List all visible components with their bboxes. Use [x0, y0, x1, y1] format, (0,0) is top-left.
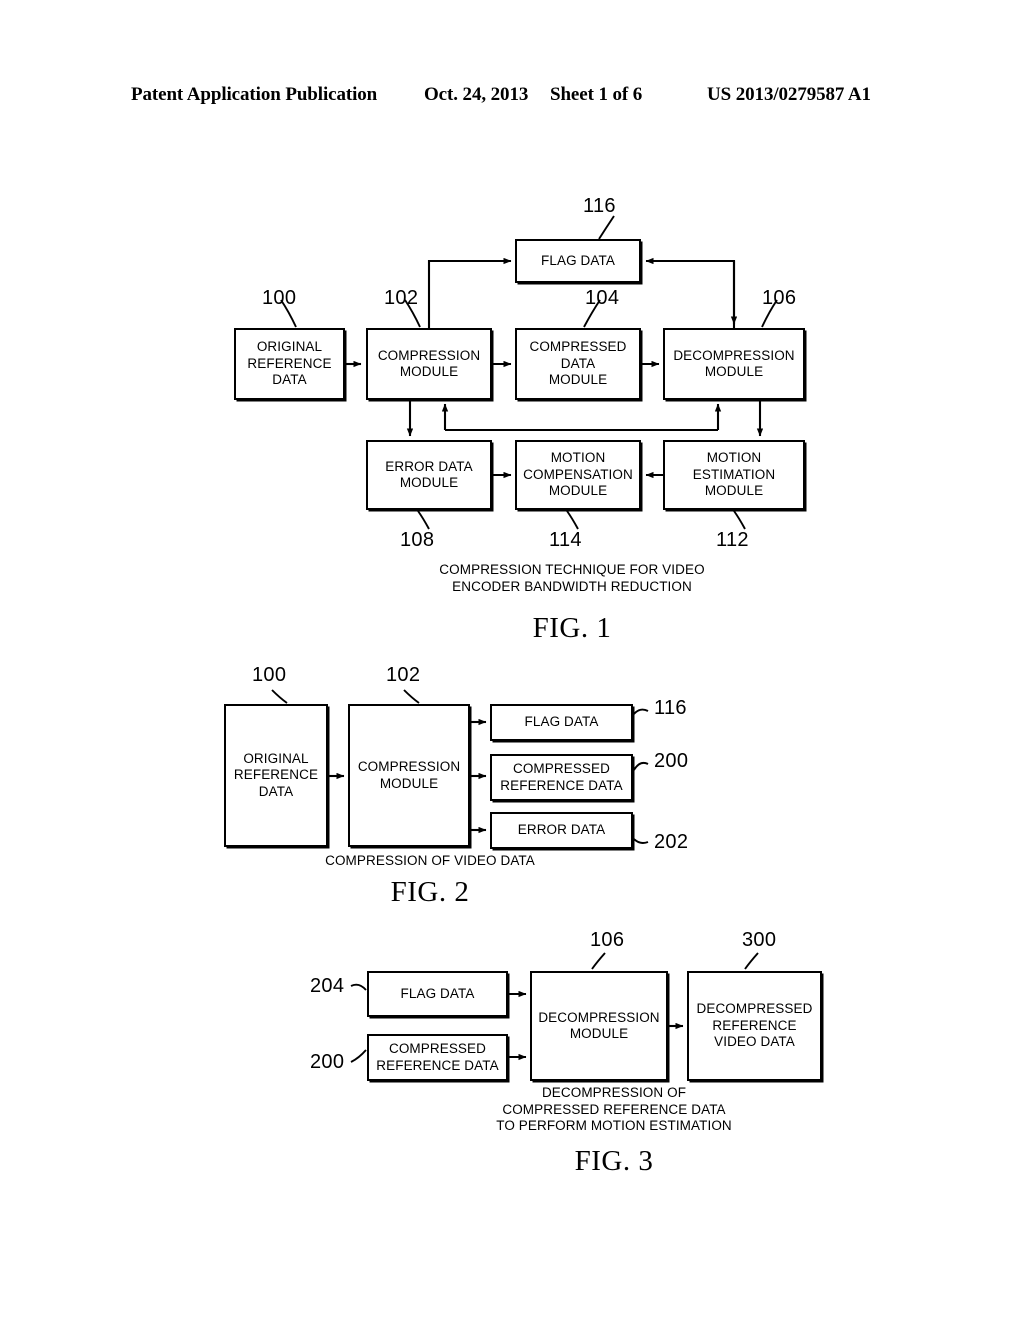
leader-f2-100 [271, 689, 288, 704]
fig3-refnum-200: 200 [310, 1051, 345, 1073]
fig1-refnum-104: 104 [585, 287, 620, 309]
leader-f2-116 [633, 708, 649, 715]
fig1-block-compression-module: COMPRESSION MODULE [366, 328, 492, 400]
fig1-refnum-112: 112 [716, 529, 749, 551]
fig1-block-error-data-module: ERROR DATA MODULE [366, 440, 492, 510]
fig1-refnum-114: 114 [549, 529, 582, 551]
fig2-block-flag-data: FLAG DATA [490, 704, 633, 741]
fig2-caption: COMPRESSION OF VIDEO DATA [325, 853, 535, 868]
fig1-refnum-116: 116 [583, 195, 616, 217]
fig1-refnum-108: 108 [400, 529, 435, 551]
fig3-block-flag-data: FLAG DATA [367, 971, 508, 1017]
publication-title: Patent Application Publication [131, 84, 378, 105]
sheet-number: Sheet 1 of 6 [550, 84, 643, 105]
leader-116 [598, 215, 615, 240]
fig1-caption: COMPRESSION TECHNIQUE FOR VIDEO ENCODER … [439, 562, 705, 594]
fig1-block-flag-data: FLAG DATA [515, 239, 641, 283]
fig3-label: FIG. 3 [574, 1145, 654, 1177]
fig3-refnum-300: 300 [742, 929, 777, 951]
leader-f3-204 [350, 983, 367, 991]
fig1-block-motion-compensation-module: MOTION COMPENSATION MODULE [515, 440, 641, 510]
leader-f2-202 [633, 838, 649, 844]
fig2-block-compression-module: COMPRESSION MODULE [348, 704, 470, 847]
fig1-refnum-102: 102 [384, 287, 419, 309]
leader-112 [733, 510, 746, 530]
fig1-block-motion-estimation-module: MOTION ESTIMATION MODULE [663, 440, 805, 510]
fig2-block-compressed-reference-data: COMPRESSED REFERENCE DATA [490, 754, 633, 801]
leader-f3-106 [591, 952, 606, 970]
connector-flag-to-decompression-head [645, 257, 736, 328]
fig3-refnum-204: 204 [310, 975, 345, 997]
fig1-label: FIG. 1 [532, 612, 612, 644]
connector-compression-to-flag [427, 257, 512, 328]
leader-f2-200 [633, 761, 649, 771]
publication-number: US 2013/0279587 A1 [707, 84, 871, 105]
fig1-block-decompression-module: DECOMPRESSION MODULE [663, 328, 805, 400]
fig3-block-decompressed-reference-video-data: DECOMPRESSED REFERENCE VIDEO DATA [687, 971, 822, 1081]
fig2-refnum-202: 202 [654, 831, 689, 853]
leader-114 [566, 510, 579, 530]
leader-f3-300 [744, 952, 759, 970]
publication-date: Oct. 24, 2013 [424, 84, 529, 105]
fig1-refnum-106: 106 [762, 287, 797, 309]
leader-108 [417, 510, 430, 530]
fig3-block-compressed-reference-data: COMPRESSED REFERENCE DATA [367, 1034, 508, 1081]
fig3-caption: DECOMPRESSION OF COMPRESSED REFERENCE DA… [496, 1085, 732, 1133]
leader-f2-102 [403, 689, 420, 704]
fig1-refnum-100: 100 [262, 287, 297, 309]
fig2-block-original-reference-data: ORIGINAL REFERENCE DATA [224, 704, 328, 847]
page-header: Patent Application Publication Oct. 24, … [0, 84, 1024, 114]
fig1-block-original-reference-data: ORIGINAL REFERENCE DATA [234, 328, 345, 400]
fig1-block-compressed-data-module: COMPRESSED DATA MODULE [515, 328, 641, 400]
fig2-refnum-102: 102 [386, 664, 421, 686]
fig2-refnum-100: 100 [252, 664, 287, 686]
leader-f3-200 [350, 1049, 367, 1063]
fig2-refnum-200: 200 [654, 750, 689, 772]
fig2-refnum-116: 116 [654, 697, 687, 719]
fig3-refnum-106: 106 [590, 929, 625, 951]
fig2-block-error-data: ERROR DATA [490, 812, 633, 849]
fig2-label: FIG. 2 [390, 876, 470, 908]
fig3-block-decompression-module: DECOMPRESSION MODULE [530, 971, 668, 1081]
